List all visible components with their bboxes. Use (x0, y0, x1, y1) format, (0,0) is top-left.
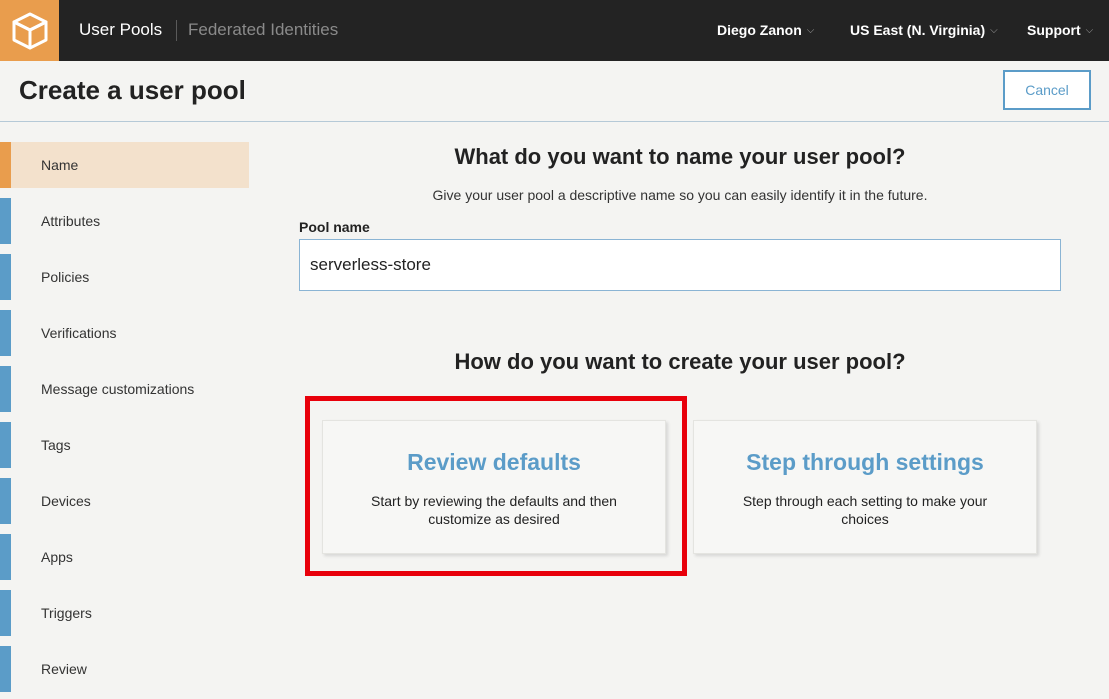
create-section-heading: How do you want to create your user pool… (454, 349, 906, 374)
sidebar-item-review[interactable]: Review (0, 646, 249, 692)
support-menu[interactable]: Support ⌵ (1027, 22, 1093, 38)
sidebar-item-name[interactable]: Name (0, 142, 249, 188)
region-menu-label: US East (N. Virginia) (850, 22, 986, 38)
user-menu-label: Diego Zanon (717, 22, 802, 38)
name-section-heading: What do you want to name your user pool? (454, 144, 906, 169)
option-description: Start by reviewing the defaults and then… (371, 493, 617, 527)
sidebar-item-triggers[interactable]: Triggers (0, 590, 249, 636)
page-title: Create a user pool (19, 75, 246, 105)
user-menu[interactable]: Diego Zanon ⌵ (717, 22, 814, 38)
region-menu[interactable]: US East (N. Virginia) ⌵ (850, 22, 998, 38)
name-section-description: Give your user pool a descriptive name s… (432, 187, 928, 203)
pool-name-label: Pool name (299, 219, 370, 235)
sidebar-item-label: Name (41, 157, 79, 173)
step-indicator (0, 198, 11, 244)
sidebar-item-apps[interactable]: Apps (0, 534, 249, 580)
step-indicator (0, 534, 11, 580)
chevron-down-icon: ⌵ (806, 25, 815, 36)
step-indicator (0, 422, 11, 468)
sidebar-item-label: Tags (41, 437, 71, 453)
step-indicator (0, 646, 11, 692)
pool-name-input[interactable] (299, 239, 1061, 291)
chevron-down-icon: ⌵ (990, 25, 998, 36)
sidebar-item-label: Apps (41, 549, 73, 565)
step-indicator (0, 366, 11, 412)
sidebar-item-label: Triggers (41, 605, 92, 621)
support-menu-label: Support (1027, 22, 1081, 38)
user-pools-link[interactable]: User Pools (79, 20, 162, 40)
sidebar-item-label: Policies (41, 269, 90, 285)
sidebar-item-message-customizations[interactable]: Message customizations (0, 366, 249, 412)
top-navigation-bar: User Pools Federated Identities Diego Za… (0, 0, 1109, 61)
sidebar-item-attributes[interactable]: Attributes (0, 198, 249, 244)
sidebar-item-devices[interactable]: Devices (0, 478, 249, 524)
header-divider (0, 121, 1109, 122)
sidebar-item-policies[interactable]: Policies (0, 254, 249, 300)
option-title: Review defaults (407, 449, 581, 475)
chevron-down-icon: ⌵ (1085, 25, 1094, 36)
step-indicator (0, 142, 11, 188)
federated-identities-link[interactable]: Federated Identities (188, 20, 338, 40)
step-indicator (0, 478, 11, 524)
review-defaults-option[interactable]: Review defaults Start by reviewing the d… (322, 420, 666, 554)
sidebar-item-label: Verifications (41, 325, 117, 341)
sidebar-item-tags[interactable]: Tags (0, 422, 249, 468)
sidebar-item-label: Message customizations (41, 381, 195, 397)
nav-divider (176, 20, 177, 41)
step-indicator (0, 590, 11, 636)
step-indicator (0, 254, 11, 300)
option-title: Step through settings (746, 449, 984, 475)
sidebar-item-label: Devices (41, 493, 91, 509)
aws-cube-icon[interactable] (0, 0, 59, 61)
cancel-button[interactable]: Cancel (1003, 70, 1091, 110)
sidebar-item-label: Attributes (41, 213, 101, 229)
sidebar-item-verifications[interactable]: Verifications (0, 310, 249, 356)
option-description: Step through each setting to make your c… (742, 493, 988, 527)
step-through-settings-option[interactable]: Step through settings Step through each … (693, 420, 1037, 554)
sidebar-item-label: Review (41, 661, 87, 677)
step-indicator (0, 310, 11, 356)
